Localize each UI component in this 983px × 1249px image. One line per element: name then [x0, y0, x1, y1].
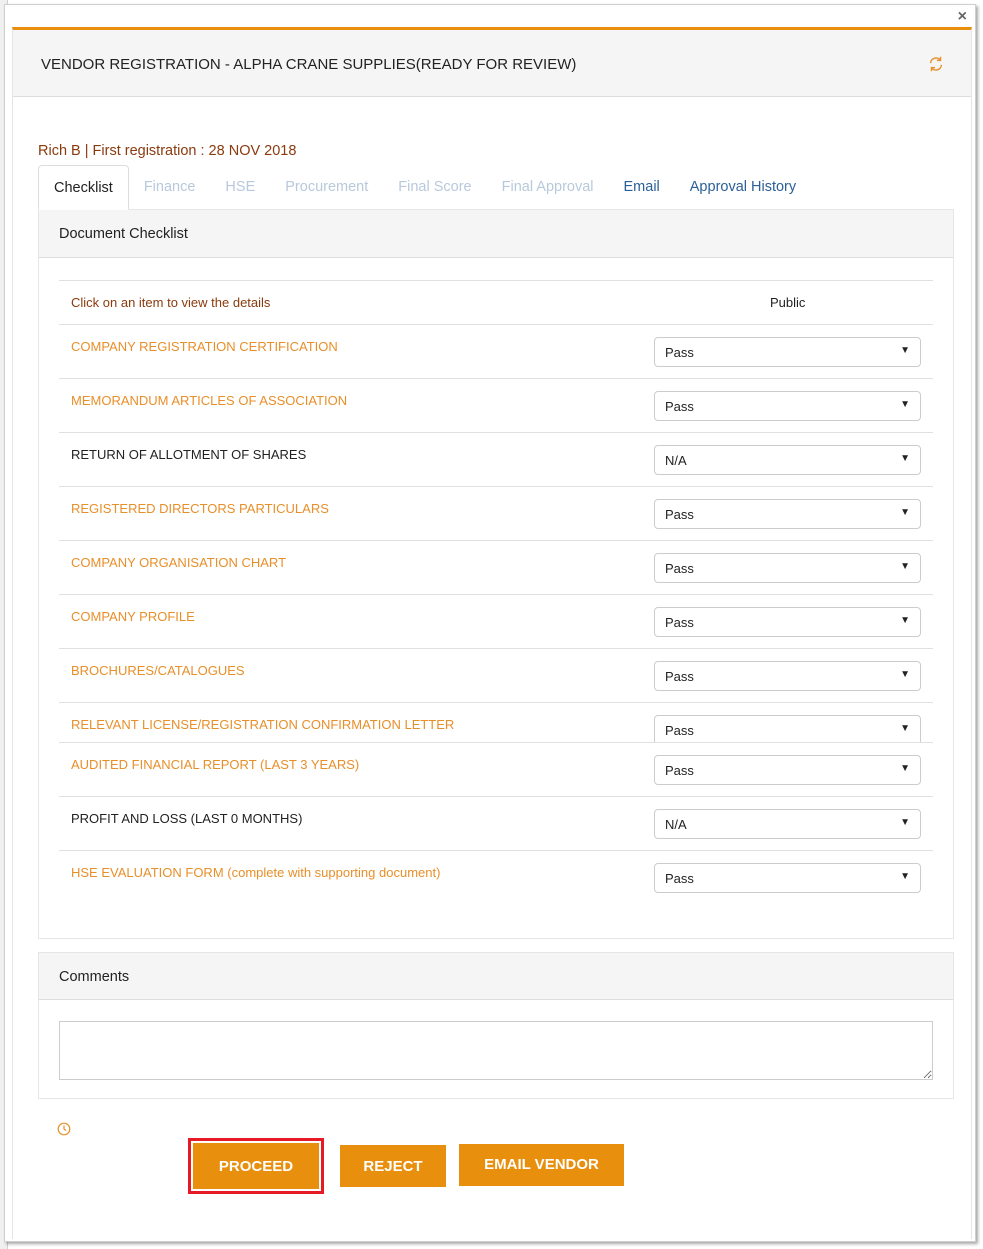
- comments-panel: Comments: [38, 952, 954, 1099]
- proceed-highlight: PROCEED: [188, 1138, 324, 1194]
- document-checklist-heading: Document Checklist: [39, 210, 953, 258]
- public-status-select[interactable]: Pass ▼: [654, 863, 921, 893]
- caret-down-icon: ▼: [900, 507, 910, 518]
- public-status-select[interactable]: Pass ▼: [654, 553, 921, 583]
- checklist-item-link[interactable]: BROCHURES/CATALOGUES: [71, 663, 245, 678]
- select-value: Pass: [665, 561, 694, 576]
- checklist-row: AUDITED FINANCIAL REPORT (LAST 3 YEARS) P…: [59, 742, 933, 796]
- tab-email[interactable]: Email: [609, 165, 675, 210]
- checklist-item-link[interactable]: COMPANY ORGANISATION CHART: [71, 555, 286, 570]
- caret-down-icon: ▼: [900, 669, 910, 680]
- vendor-registration-modal: VENDOR REGISTRATION - ALPHA CRANE SUPPLI…: [12, 27, 972, 1239]
- select-value: Pass: [665, 871, 694, 886]
- select-value: Pass: [665, 615, 694, 630]
- select-value: N/A: [665, 817, 687, 832]
- tab-hse[interactable]: HSE: [210, 165, 270, 210]
- proceed-button[interactable]: PROCEED: [193, 1143, 319, 1189]
- tab-bar: Checklist Finance HSE Procurement Final …: [38, 165, 954, 210]
- vendor-subheader: Rich B | First registration : 28 NOV 201…: [38, 143, 297, 159]
- checklist-item-link[interactable]: COMPANY PROFILE: [71, 609, 195, 624]
- caret-down-icon: ▼: [900, 817, 910, 828]
- comments-heading: Comments: [39, 953, 953, 1000]
- caret-down-icon: ▼: [900, 453, 910, 464]
- public-status-select[interactable]: Pass ▼: [654, 607, 921, 637]
- checklist-row: COMPANY REGISTRATION CERTIFICATION Pass ▼: [59, 324, 933, 378]
- checklist-row: REGISTERED DIRECTORS PARTICULARS Pass ▼: [59, 486, 933, 540]
- checklist-row: HSE EVALUATION FORM (complete with suppo…: [59, 850, 933, 904]
- caret-down-icon: ▼: [900, 871, 910, 882]
- reject-button[interactable]: REJECT: [340, 1145, 446, 1187]
- tab-final-approval[interactable]: Final Approval: [487, 165, 609, 210]
- checklist-item-link[interactable]: AUDITED FINANCIAL REPORT (LAST 3 YEARS): [71, 757, 359, 772]
- caret-down-icon: ▼: [900, 399, 910, 410]
- modal-title: VENDOR REGISTRATION - ALPHA CRANE SUPPLI…: [41, 56, 577, 73]
- caret-down-icon: ▼: [900, 723, 910, 734]
- select-value: Pass: [665, 669, 694, 684]
- checklist-row: BROCHURES/CATALOGUES Pass ▼: [59, 648, 933, 702]
- tab-procurement[interactable]: Procurement: [270, 165, 383, 210]
- public-status-select[interactable]: Pass ▼: [654, 499, 921, 529]
- comments-textarea[interactable]: [59, 1021, 933, 1080]
- caret-down-icon: ▼: [900, 763, 910, 774]
- tab-final-score[interactable]: Final Score: [383, 165, 486, 210]
- checklist-row: RETURN OF ALLOTMENT OF SHARES N/A ▼: [59, 432, 933, 486]
- checklist-instruction: Click on an item to view the details: [71, 295, 271, 310]
- document-checklist-panel: Document Checklist Click on an item to v…: [38, 209, 954, 939]
- caret-down-icon: ▼: [900, 561, 910, 572]
- checklist-item-link[interactable]: HSE EVALUATION FORM (complete with suppo…: [71, 865, 440, 880]
- close-icon[interactable]: ×: [958, 8, 967, 26]
- checklist-row: COMPANY PROFILE Pass ▼: [59, 594, 933, 648]
- checklist-header-row: Click on an item to view the details Pub…: [59, 280, 933, 324]
- clock-icon[interactable]: [57, 1122, 71, 1136]
- email-vendor-button[interactable]: EMAIL VENDOR: [459, 1144, 624, 1186]
- checklist-item-link[interactable]: MEMORANDUM ARTICLES OF ASSOCIATION: [71, 393, 347, 408]
- checklist-table: Click on an item to view the details Pub…: [59, 280, 933, 904]
- checklist-item-link[interactable]: RETURN OF ALLOTMENT OF SHARES: [71, 447, 306, 462]
- checklist-row: RELEVANT LICENSE/REGISTRATION CONFIRMATI…: [59, 702, 933, 742]
- checklist-item-link[interactable]: PROFIT AND LOSS (LAST 0 MONTHS): [71, 811, 302, 826]
- caret-down-icon: ▼: [900, 345, 910, 356]
- checklist-row: MEMORANDUM ARTICLES OF ASSOCIATION Pass ▼: [59, 378, 933, 432]
- tab-approval-history[interactable]: Approval History: [675, 165, 811, 210]
- column-header-public: Public: [770, 295, 806, 310]
- tab-checklist[interactable]: Checklist: [38, 165, 129, 210]
- dialog-window: × VENDOR REGISTRATION - ALPHA CRANE SUPP…: [4, 4, 976, 1242]
- public-status-select[interactable]: N/A ▼: [654, 445, 921, 475]
- public-status-select[interactable]: Pass ▼: [654, 661, 921, 691]
- checklist-row: PROFIT AND LOSS (LAST 0 MONTHS) N/A ▼: [59, 796, 933, 850]
- select-value: N/A: [665, 453, 687, 468]
- public-status-select[interactable]: Pass ▼: [654, 755, 921, 785]
- caret-down-icon: ▼: [900, 615, 910, 626]
- checklist-row: COMPANY ORGANISATION CHART Pass ▼: [59, 540, 933, 594]
- checklist-item-link[interactable]: REGISTERED DIRECTORS PARTICULARS: [71, 501, 329, 516]
- modal-header: VENDOR REGISTRATION - ALPHA CRANE SUPPLI…: [13, 30, 971, 97]
- select-value: Pass: [665, 399, 694, 414]
- public-status-select[interactable]: N/A ▼: [654, 809, 921, 839]
- checklist-item-link[interactable]: COMPANY REGISTRATION CERTIFICATION: [71, 339, 338, 354]
- select-value: Pass: [665, 763, 694, 778]
- public-status-select[interactable]: Pass ▼: [654, 715, 921, 742]
- select-value: Pass: [665, 507, 694, 522]
- checklist-item-link[interactable]: RELEVANT LICENSE/REGISTRATION CONFIRMATI…: [71, 717, 454, 732]
- public-status-select[interactable]: Pass ▼: [654, 337, 921, 367]
- select-value: Pass: [665, 723, 694, 738]
- public-status-select[interactable]: Pass ▼: [654, 391, 921, 421]
- refresh-icon[interactable]: [927, 55, 945, 73]
- tab-finance[interactable]: Finance: [129, 165, 211, 210]
- select-value: Pass: [665, 345, 694, 360]
